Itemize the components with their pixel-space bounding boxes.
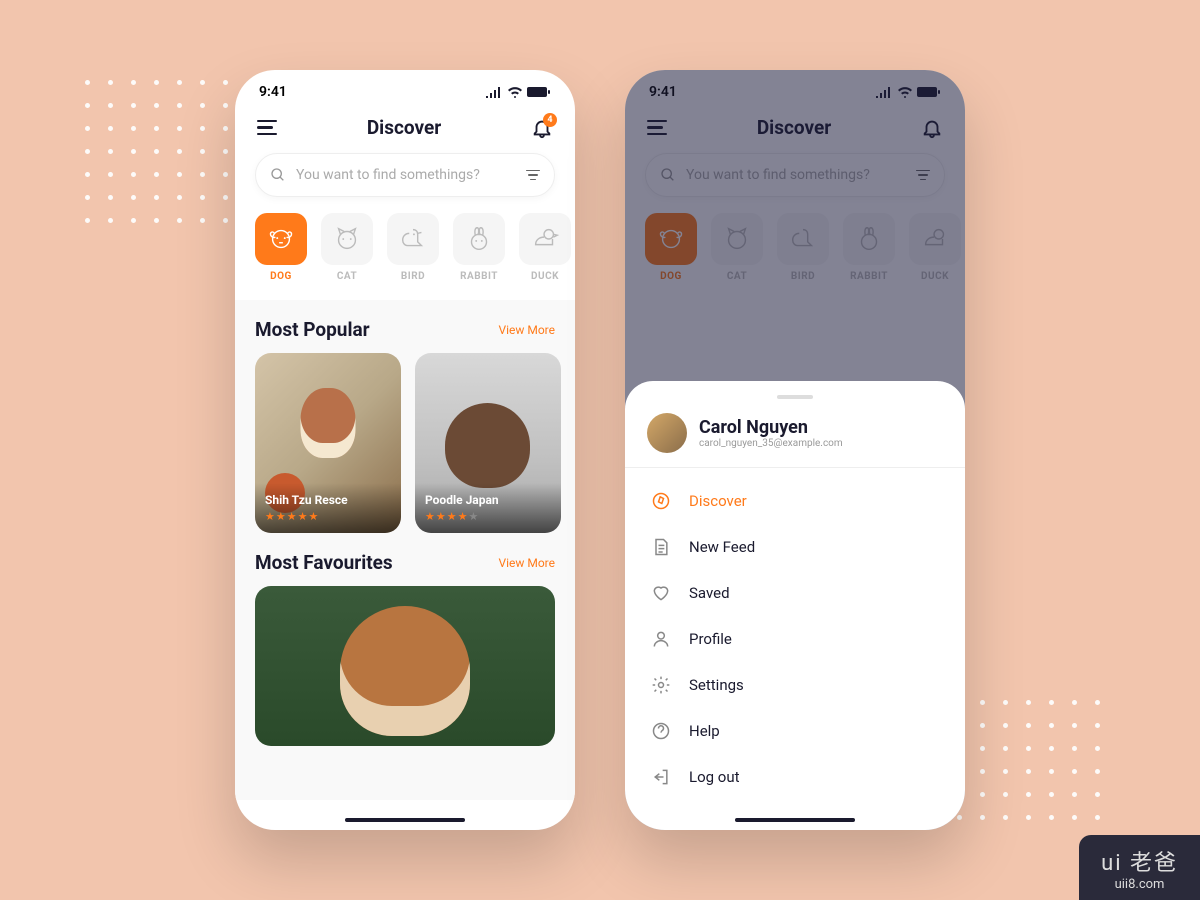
- watermark: ui 老爸 uii8.com: [1079, 835, 1200, 900]
- notification-badge: 4: [543, 113, 557, 127]
- section-title-popular: Most Popular: [255, 318, 370, 341]
- menu-label: Log out: [689, 768, 740, 786]
- menu-item-help[interactable]: Help: [647, 708, 943, 754]
- rating-stars: ★★★★★: [265, 510, 391, 523]
- pet-image: [255, 586, 555, 746]
- category-duck[interactable]: DUCK: [519, 213, 571, 282]
- menu-item-discover[interactable]: Discover: [647, 478, 943, 524]
- pet-card-poodle[interactable]: Poodle Japan ★★★★★: [415, 353, 561, 533]
- page-title: Discover: [367, 116, 441, 139]
- dot-grid-top-left: [85, 80, 228, 223]
- menu-button[interactable]: [257, 120, 277, 136]
- category-rabbit[interactable]: RABBIT: [453, 213, 505, 282]
- profile-email: carol_nguyen_35@example.com: [699, 438, 843, 449]
- menu-label: New Feed: [689, 538, 755, 556]
- category-label: DUCK: [531, 271, 559, 282]
- avatar: [647, 413, 687, 453]
- phone-menu-sheet: 9:41 Discover DOG CAT BIRD R: [625, 70, 965, 830]
- section-title-favourites: Most Favourites: [255, 551, 393, 574]
- category-label: BIRD: [401, 271, 425, 282]
- category-cat[interactable]: CAT: [321, 213, 373, 282]
- menu-label: Settings: [689, 676, 744, 694]
- logout-icon: [651, 767, 671, 787]
- duck-icon: [530, 224, 560, 254]
- wifi-icon: [507, 86, 523, 98]
- category-bird[interactable]: BIRD: [387, 213, 439, 282]
- notification-button[interactable]: 4: [531, 117, 553, 139]
- status-time: 9:41: [259, 84, 287, 100]
- menu-label: Profile: [689, 630, 732, 648]
- menu-item-profile[interactable]: Profile: [647, 616, 943, 662]
- menu-item-new-feed[interactable]: New Feed: [647, 524, 943, 570]
- menu-item-saved[interactable]: Saved: [647, 570, 943, 616]
- category-dog[interactable]: DOG: [255, 213, 307, 282]
- signal-icon: [485, 86, 503, 98]
- heart-icon: [651, 583, 671, 603]
- filter-button[interactable]: [526, 170, 540, 181]
- person-icon: [651, 629, 671, 649]
- status-icons: [485, 86, 551, 98]
- view-more-favourites[interactable]: View More: [498, 556, 555, 570]
- search-icon: [270, 167, 286, 183]
- pet-card-shih-tzu[interactable]: Shih Tzu Resce ★★★★★: [255, 353, 401, 533]
- category-label: DOG: [270, 271, 292, 282]
- pet-name: Shih Tzu Resce: [265, 493, 391, 507]
- menu-label: Discover: [689, 492, 747, 510]
- search-input[interactable]: [296, 167, 516, 183]
- menu-label: Saved: [689, 584, 730, 602]
- favourite-card[interactable]: [255, 586, 555, 746]
- status-bar: 9:41: [235, 70, 575, 108]
- menu-label: Help: [689, 722, 720, 740]
- category-row[interactable]: DOG CAT BIRD RABBIT DUCK: [235, 213, 575, 300]
- home-indicator: [345, 818, 465, 822]
- gear-icon: [651, 675, 671, 695]
- dog-icon: [266, 224, 296, 254]
- divider: [625, 467, 965, 468]
- pet-name: Poodle Japan: [425, 493, 551, 507]
- search-bar[interactable]: [255, 153, 555, 197]
- sheet-grabber[interactable]: [777, 395, 813, 399]
- help-icon: [651, 721, 671, 741]
- view-more-popular[interactable]: View More: [498, 323, 555, 337]
- battery-icon: [527, 86, 551, 98]
- cat-icon: [332, 224, 362, 254]
- profile-name: Carol Nguyen: [699, 417, 843, 438]
- bird-icon: [398, 224, 428, 254]
- watermark-brand: ui 老爸: [1101, 845, 1178, 877]
- document-icon: [651, 537, 671, 557]
- home-indicator: [735, 818, 855, 822]
- rating-stars: ★★★★★: [425, 510, 551, 523]
- category-label: CAT: [337, 271, 357, 282]
- menu-item-settings[interactable]: Settings: [647, 662, 943, 708]
- phone-discover: 9:41 Discover 4 D: [235, 70, 575, 830]
- watermark-url: uii8.com: [1101, 877, 1178, 892]
- category-label: RABBIT: [460, 271, 498, 282]
- app-header: Discover 4: [235, 108, 575, 153]
- profile-header[interactable]: Carol Nguyen carol_nguyen_35@example.com: [625, 413, 965, 467]
- menu-item-logout[interactable]: Log out: [647, 754, 943, 800]
- rabbit-icon: [464, 224, 494, 254]
- bottom-sheet: Carol Nguyen carol_nguyen_35@example.com…: [625, 381, 965, 830]
- compass-icon: [651, 491, 671, 511]
